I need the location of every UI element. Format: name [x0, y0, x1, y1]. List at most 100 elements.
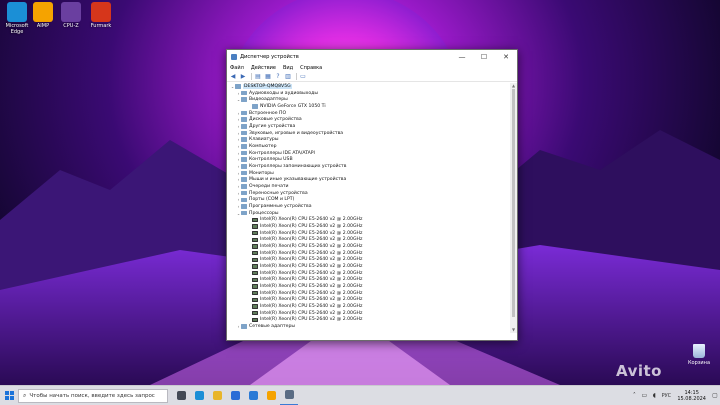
tree-category[interactable]: › Переносные устройства — [227, 190, 511, 197]
menu-view[interactable]: Вид — [283, 65, 293, 71]
tree-device-processor[interactable]: Intel(R) Xeon(R) CPU E5-2640 v2 @ 2.00GH… — [227, 223, 511, 230]
taskbar-search-box[interactable]: ⌕ Чтобы начать поиск, введите здесь запр… — [18, 388, 168, 403]
taskbar-app-task-view[interactable] — [172, 386, 190, 405]
tree-device-processor[interactable]: Intel(R) Xeon(R) CPU E5-2640 v2 @ 2.00GH… — [227, 263, 511, 270]
tree-device-processor[interactable]: Intel(R) Xeon(R) CPU E5-2640 v2 @ 2.00GH… — [227, 310, 511, 317]
tree-device-processor[interactable]: Intel(R) Xeon(R) CPU E5-2640 v2 @ 2.00GH… — [227, 283, 511, 290]
mail-icon — [248, 391, 258, 400]
device-category-icon — [241, 124, 247, 129]
tree-category[interactable]: › Порты (COM и LPT) — [227, 196, 511, 203]
taskbar-app-store[interactable] — [226, 386, 244, 405]
desktop-icon-aimp[interactable]: AIMP — [28, 2, 58, 29]
volume-icon[interactable]: ◖ — [649, 392, 659, 399]
device-category-icon — [241, 184, 247, 189]
network-icon[interactable]: ▭ — [639, 392, 649, 399]
toolbar-separator — [296, 73, 297, 80]
processor-icon — [252, 277, 258, 283]
tree-category-label: Программные устройства — [249, 203, 312, 209]
tree-category[interactable]: › Контроллеры запоминающих устройств — [227, 163, 511, 170]
tree-category[interactable]: › Контроллеры USB — [227, 156, 511, 163]
tree-device-processor[interactable]: Intel(R) Xeon(R) CPU E5-2640 v2 @ 2.00GH… — [227, 236, 511, 243]
monitor-icon[interactable]: ▭ — [299, 73, 307, 80]
clock[interactable]: 14:15 15.08.2024 — [677, 390, 706, 402]
tree-device-processor[interactable]: Intel(R) Xeon(R) CPU E5-2640 v2 @ 2.00GH… — [227, 230, 511, 237]
tree-category-processors[interactable]: ⌄ Процессоры — [227, 210, 511, 217]
close-button[interactable]: ✕ — [495, 50, 517, 63]
tree-category-gpu[interactable]: ⌄ Видеоадаптеры — [227, 96, 511, 103]
tree-device-processor[interactable]: Intel(R) Xeon(R) CPU E5-2640 v2 @ 2.00GH… — [227, 290, 511, 297]
tree-root[interactable]: ⌄ DESKTOP-QMQ8V5G — [227, 83, 511, 90]
tree-category[interactable]: › Звуковые, игровые и видеоустройства — [227, 130, 511, 137]
properties-icon[interactable]: ▤ — [254, 73, 262, 80]
network-adapter-icon — [241, 324, 247, 329]
menu-action[interactable]: Действие — [251, 65, 276, 71]
desktop-icon-label: AIMP — [36, 23, 50, 29]
menu-file[interactable]: Файл — [230, 65, 244, 71]
tree-device-gpu[interactable]: NVIDIA GeForce GTX 1050 Ti — [227, 103, 511, 110]
processor-icon — [252, 270, 258, 276]
tree-category-label: Контроллеры USB — [249, 157, 293, 163]
start-button[interactable] — [0, 386, 18, 405]
tree-device-processor[interactable]: Intel(R) Xeon(R) CPU E5-2640 v2 @ 2.00GH… — [227, 270, 511, 277]
show-hidden-icon[interactable]: ▦ — [264, 73, 272, 80]
notifications-icon[interactable]: ▢ — [710, 392, 720, 399]
tree-category[interactable]: › Аудиовходы и аудиовыходы — [227, 90, 511, 97]
minimize-button[interactable]: — — [451, 50, 473, 63]
taskbar-app-mail[interactable] — [244, 386, 262, 405]
tree-device-processor[interactable]: Intel(R) Xeon(R) CPU E5-2640 v2 @ 2.00GH… — [227, 297, 511, 304]
tree-category[interactable]: › Другие устройства — [227, 123, 511, 130]
tree-device-processor[interactable]: Intel(R) Xeon(R) CPU E5-2640 v2 @ 2.00GH… — [227, 276, 511, 283]
taskbar-app-explorer[interactable] — [208, 386, 226, 405]
processor-icon — [252, 250, 258, 256]
window-titlebar[interactable]: Диспетчер устройств — ☐ ✕ — [227, 50, 517, 63]
forward-arrow-icon[interactable]: ▶ — [239, 73, 247, 80]
scrollbar-thumb[interactable] — [512, 89, 515, 317]
taskbar-app-edge[interactable] — [190, 386, 208, 405]
tree-category[interactable]: › Встроенное ПО — [227, 110, 511, 117]
tree-category[interactable]: › Мыши и иные указывающие устройства — [227, 176, 511, 183]
tree-category-label: Мыши и иные указывающие устройства — [249, 177, 347, 183]
tree-category[interactable]: › Мониторы — [227, 170, 511, 177]
tree-category-label: Другие устройства — [249, 123, 296, 129]
computer-icon — [235, 84, 241, 89]
desktop-icon-cpuz[interactable]: CPU-Z — [56, 2, 86, 29]
menu-help[interactable]: Справка — [300, 65, 322, 71]
tree-category[interactable]: › Дисковые устройства — [227, 116, 511, 123]
back-arrow-icon[interactable]: ◀ — [229, 73, 237, 80]
clock-date: 15.08.2024 — [677, 395, 706, 402]
tree-category[interactable]: › Очереди печати — [227, 183, 511, 190]
chevron-up-icon[interactable]: ˄ — [629, 392, 639, 399]
store-icon — [230, 391, 240, 400]
maximize-button[interactable]: ☐ — [473, 50, 495, 63]
scroll-down-icon[interactable]: ▼ — [510, 327, 517, 333]
device-category-icon — [241, 190, 247, 196]
taskbar-app-aimp[interactable] — [262, 386, 280, 405]
device-category-icon — [241, 117, 247, 122]
tree-category-network[interactable]: › Сетевые адаптеры — [227, 323, 511, 330]
help-icon[interactable]: ? — [274, 73, 282, 80]
tree-device-processor[interactable]: Intel(R) Xeon(R) CPU E5-2640 v2 @ 2.00GH… — [227, 216, 511, 223]
tree-category[interactable]: › Клавиатуры — [227, 136, 511, 143]
device-category-icon — [241, 170, 247, 176]
taskbar-app-device-manager[interactable] — [280, 386, 298, 405]
tree-device-processor[interactable]: Intel(R) Xeon(R) CPU E5-2640 v2 @ 2.00GH… — [227, 250, 511, 257]
tree-device-processor[interactable]: Intel(R) Xeon(R) CPU E5-2640 v2 @ 2.00GH… — [227, 243, 511, 250]
processor-icon — [252, 304, 258, 309]
tree-device-processor[interactable]: Intel(R) Xeon(R) CPU E5-2640 v2 @ 2.00GH… — [227, 303, 511, 310]
taskbar: ⌕ Чтобы начать поиск, введите здесь запр… — [0, 385, 720, 405]
desktop-icon-recycle-bin[interactable]: Корзина — [686, 344, 712, 366]
tree-device-processor[interactable]: Intel(R) Xeon(R) CPU E5-2640 v2 @ 2.00GH… — [227, 256, 511, 263]
tree-device-processor[interactable]: Intel(R) Xeon(R) CPU E5-2640 v2 @ 2.00GH… — [227, 317, 511, 324]
device-list-icon[interactable]: ▥ — [284, 73, 292, 80]
edge-icon — [7, 2, 27, 22]
language-indicator[interactable]: РУС — [659, 393, 673, 399]
tree-category[interactable]: › Контроллеры IDE ATA/ATAPI — [227, 150, 511, 157]
menu-bar: Файл Действие Вид Справка — [227, 63, 517, 72]
vertical-scrollbar[interactable]: ▲ ▼ — [510, 83, 517, 333]
tree-category[interactable]: › Компьютер — [227, 143, 511, 150]
desktop-icon-label: Корзина — [687, 360, 711, 366]
aimp-icon — [33, 2, 53, 22]
processor-icon — [252, 217, 258, 223]
tree-category[interactable]: › Программные устройства — [227, 203, 511, 210]
desktop-icon-furmark[interactable]: Furmark — [86, 2, 116, 29]
